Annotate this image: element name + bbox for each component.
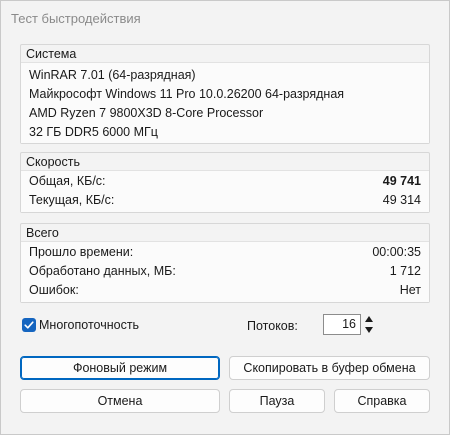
total-group-title: Всего	[26, 226, 59, 240]
help-button[interactable]: Справка	[334, 389, 430, 413]
system-group: Система WinRAR 7.01 (64-разрядная) Майкр…	[20, 44, 430, 144]
pause-button[interactable]: Пауза	[229, 389, 325, 413]
checkmark-icon	[24, 321, 34, 329]
speed-total-label: Общая, КБ/с:	[29, 174, 106, 188]
threads-increment-button[interactable]	[362, 314, 376, 324]
elapsed-label: Прошло времени:	[29, 245, 134, 259]
copy-to-clipboard-button[interactable]: Скопировать в буфер обмена	[229, 356, 430, 380]
triangle-up-icon	[365, 316, 373, 322]
speed-row-current: Текущая, КБ/с: 49 314	[29, 193, 421, 211]
processed-label: Обработано данных, МБ:	[29, 264, 176, 278]
processed-value: 1 712	[389, 264, 421, 278]
total-row-processed: Обработано данных, МБ: 1 712	[29, 264, 421, 282]
speed-current-value: 49 314	[382, 193, 421, 207]
cancel-button[interactable]: Отмена	[20, 389, 220, 413]
speed-group-title: Скорость	[26, 155, 80, 169]
triangle-down-icon	[365, 327, 373, 333]
threads-decrement-button[interactable]	[362, 325, 376, 335]
benchmark-dialog: Тест быстродействия Система WinRAR 7.01 …	[0, 0, 450, 435]
multithreading-label[interactable]: Многопоточность	[39, 318, 139, 332]
speed-current-label: Текущая, КБ/с:	[29, 193, 115, 207]
total-row-errors: Ошибок: Нет	[29, 283, 421, 301]
background-mode-button[interactable]: Фоновый режим	[20, 356, 220, 380]
total-row-elapsed: Прошло времени: 00:00:35	[29, 245, 421, 263]
multithreading-checkbox[interactable]	[22, 318, 36, 332]
window-title: Тест быстродействия	[11, 11, 141, 26]
total-group: Всего Прошло времени: 00:00:35 Обработан…	[20, 223, 430, 303]
errors-label: Ошибок:	[29, 283, 79, 297]
elapsed-value: 00:00:35	[372, 245, 421, 259]
threads-label: Потоков:	[247, 319, 298, 333]
system-line-os: Майкрософт Windows 11 Pro 10.0.26200 64-…	[29, 87, 345, 101]
threads-spinner	[362, 314, 376, 335]
threads-input[interactable]: 16	[323, 314, 361, 335]
speed-group: Скорость Общая, КБ/с: 49 741 Текущая, КБ…	[20, 152, 430, 213]
system-line-memory: 32 ГБ DDR5 6000 МГц	[29, 125, 158, 139]
speed-row-total: Общая, КБ/с: 49 741	[29, 174, 421, 192]
speed-group-body: Общая, КБ/с: 49 741 Текущая, КБ/с: 49 31…	[21, 170, 429, 212]
system-line-winrar: WinRAR 7.01 (64-разрядная)	[29, 68, 196, 82]
system-group-title: Система	[26, 47, 77, 61]
system-group-body: WinRAR 7.01 (64-разрядная) Майкрософт Wi…	[21, 62, 429, 143]
speed-total-value: 49 741	[382, 174, 421, 188]
title-bar[interactable]: Тест быстродействия	[1, 1, 449, 35]
total-group-body: Прошло времени: 00:00:35 Обработано данн…	[21, 241, 429, 302]
system-line-cpu: AMD Ryzen 7 9800X3D 8-Core Processor	[29, 106, 264, 120]
errors-value: Нет	[399, 283, 421, 297]
